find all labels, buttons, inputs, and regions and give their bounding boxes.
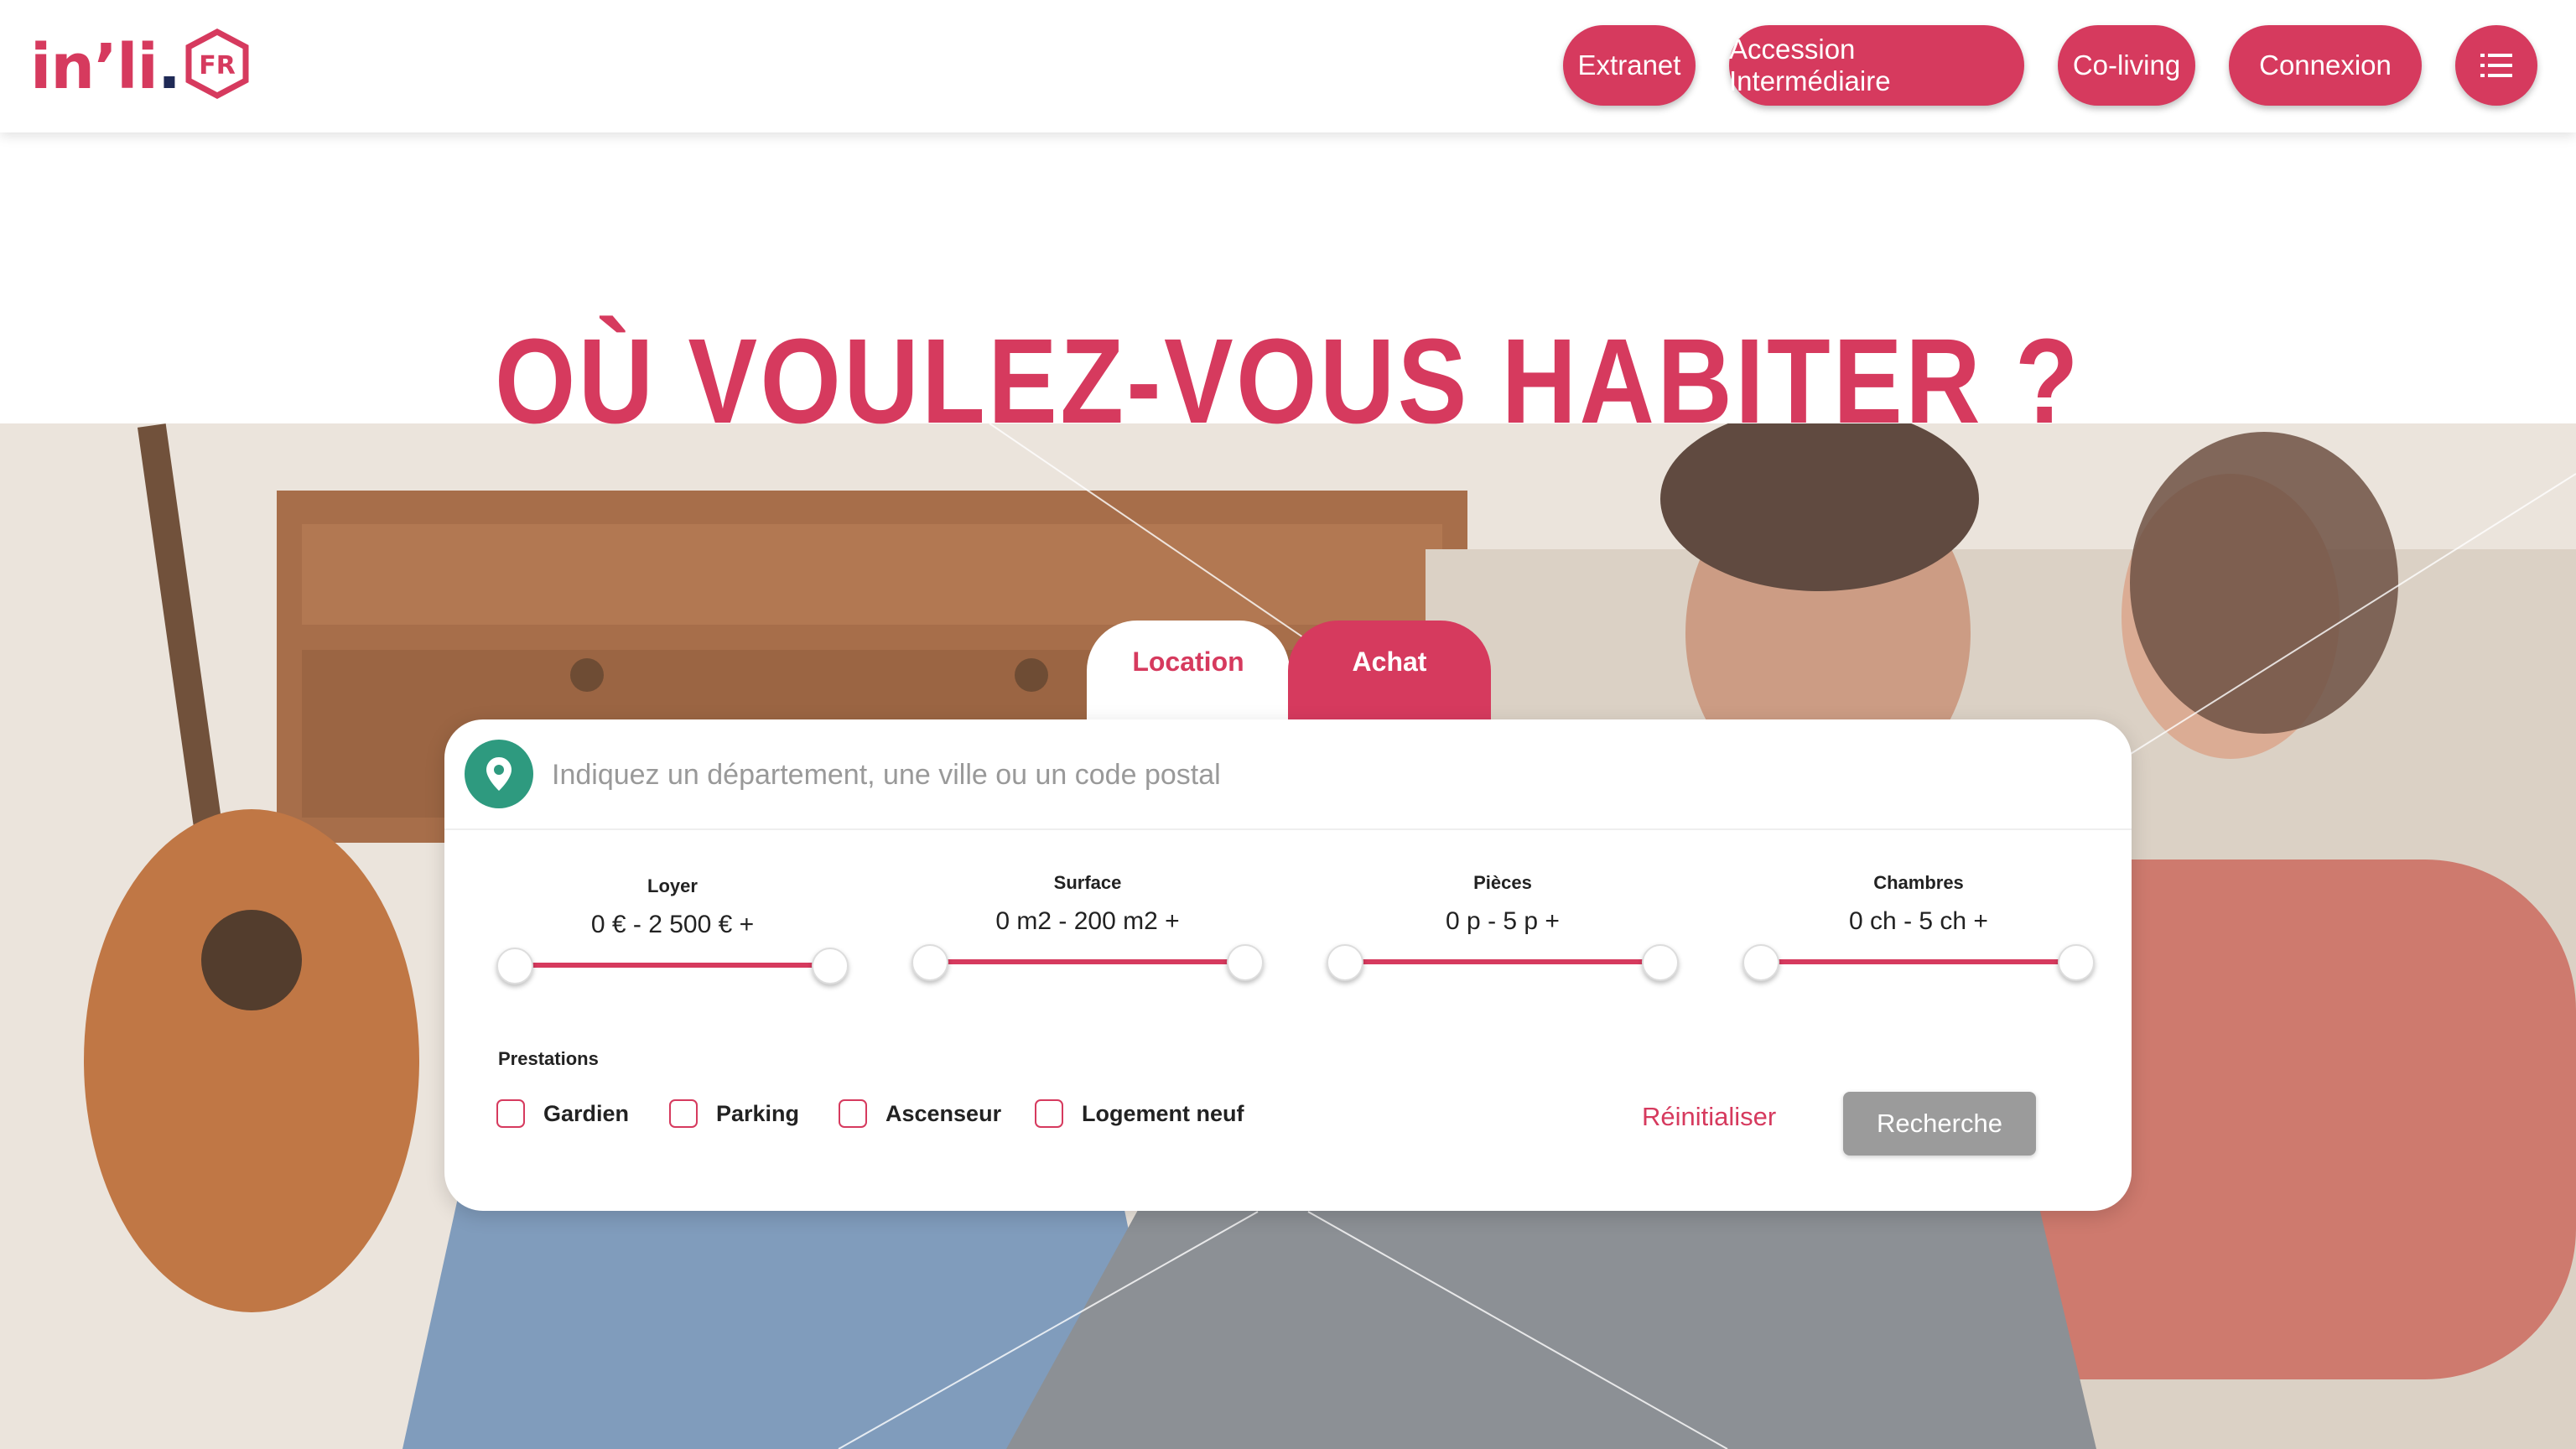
range-track [1345, 959, 1660, 964]
logo-fr-badge: FR [185, 29, 249, 99]
range-max-handle[interactable] [2058, 944, 2095, 981]
range-max-handle[interactable] [812, 948, 849, 984]
search-panel: Loyer 0 € - 2 500 € + Surface 0 m2 - 200… [444, 719, 2132, 1211]
menu-button[interactable] [2455, 25, 2537, 106]
filter-value: 0 ch - 5 ch + [1849, 907, 1988, 935]
extranet-button[interactable]: Extranet [1563, 25, 1696, 106]
reset-link[interactable]: Réinitialiser [1642, 1102, 1776, 1132]
location-search-input[interactable] [552, 745, 2078, 805]
checkbox-label: Parking [716, 1100, 800, 1126]
checkbox-parking[interactable]: Parking [669, 1095, 799, 1132]
filter-value: 0 € - 2 500 € + [590, 911, 755, 938]
checkbox-gardien[interactable]: Gardien [496, 1095, 629, 1132]
range-min-handle[interactable] [1742, 944, 1779, 981]
checkbox-box[interactable] [496, 1099, 525, 1128]
connexion-button[interactable]: Connexion [2229, 25, 2422, 106]
filter-value: 0 p - 5 p + [1446, 907, 1560, 935]
checkbox-box[interactable] [669, 1099, 698, 1128]
checkbox-box[interactable] [839, 1099, 867, 1128]
tab-achat[interactable]: Achat [1288, 621, 1491, 723]
checkbox-ascenseur[interactable]: Ascenseur [839, 1095, 1001, 1132]
hero-title: OÙ VOULEZ-VOUS HABITER ? [494, 314, 2082, 449]
checkbox-logement-neuf[interactable]: Logement neuf [1035, 1095, 1244, 1132]
checkbox-label: Ascenseur [886, 1100, 1002, 1126]
search-button[interactable]: Recherche [1843, 1092, 2036, 1156]
range-max-handle[interactable] [1227, 944, 1264, 981]
range-track [1761, 959, 2076, 964]
filter-pieces: Pièces 0 p - 5 p + [1327, 872, 1679, 1006]
range-min-handle[interactable] [496, 948, 533, 984]
site-logo[interactable]: in’li. FR [30, 25, 251, 109]
tab-location[interactable]: Location [1087, 621, 1290, 723]
accession-intermediaire-button[interactable]: Accession Intermédiaire [1729, 25, 2024, 106]
filter-value: 0 m2 - 200 m2 + [995, 907, 1180, 935]
menu-icon [2480, 54, 2512, 77]
filter-label: Loyer [647, 875, 698, 896]
svg-text:FR: FR [199, 51, 236, 80]
filter-chambres: Chambres 0 ch - 5 ch + [1742, 872, 2095, 1006]
prestations-label: Prestations [498, 1048, 599, 1069]
checkbox-label: Logement neuf [1082, 1100, 1244, 1126]
filter-surface: Surface 0 m2 - 200 m2 + [911, 872, 1264, 1006]
checkbox-label: Gardien [543, 1100, 630, 1126]
range-min-handle[interactable] [1327, 944, 1363, 981]
range-track [515, 963, 830, 968]
range-track [930, 959, 1245, 964]
logo-wordmark: in’li. [30, 31, 181, 103]
location-search-row [444, 719, 2132, 830]
range-max-handle[interactable] [1642, 944, 1679, 981]
checkbox-box[interactable] [1035, 1099, 1063, 1128]
location-pin-icon [465, 740, 533, 808]
range-min-handle[interactable] [911, 944, 948, 981]
filter-label: Pièces [1473, 872, 1532, 893]
filter-label: Surface [1053, 872, 1122, 893]
coliving-button[interactable]: Co-living [2058, 25, 2195, 106]
site-header: in’li. FR Extranet Accession Intermédiai… [0, 0, 2576, 132]
filter-loyer: Loyer 0 € - 2 500 € + [496, 875, 849, 1010]
filter-label: Chambres [1873, 872, 1964, 893]
